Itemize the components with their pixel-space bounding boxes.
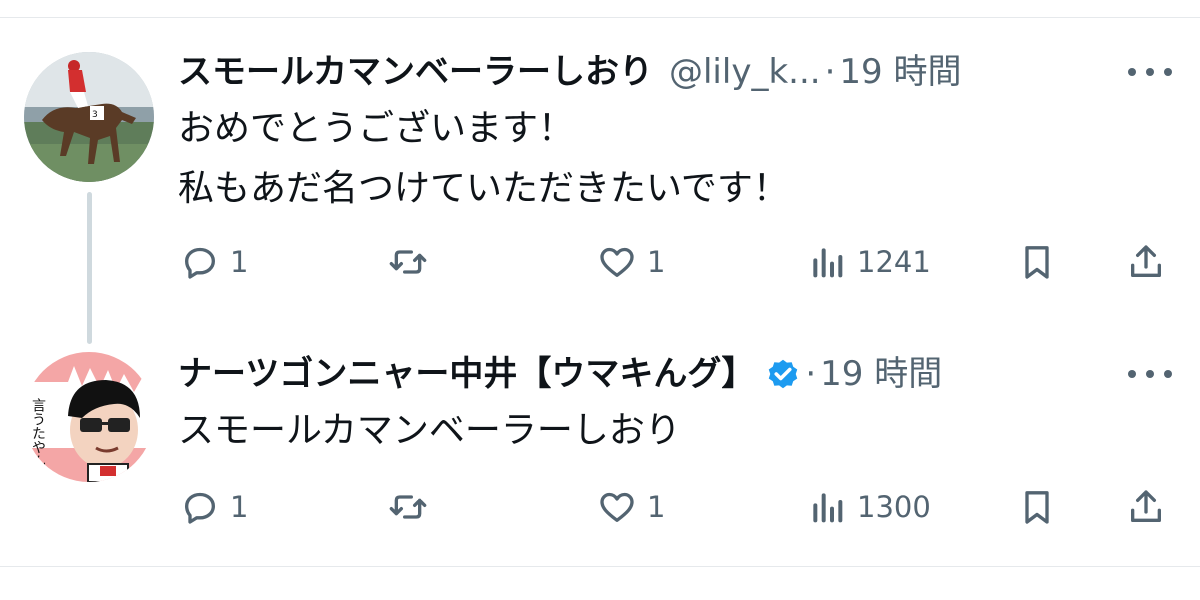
- speech-bubble-icon: [185, 492, 215, 524]
- reply-button[interactable]: 1: [180, 242, 248, 282]
- share-upload-icon: [1131, 245, 1161, 277]
- separator-dot: ·: [805, 354, 817, 394]
- like-button[interactable]: 1: [597, 242, 665, 282]
- more-dots-icon[interactable]: [1128, 62, 1172, 82]
- bookmark-icon: [1025, 491, 1049, 524]
- views-button[interactable]: 1300: [807, 487, 931, 527]
- like-count: 1: [647, 490, 666, 524]
- retweet-button[interactable]: [388, 242, 438, 282]
- bar-chart-icon: [813, 493, 843, 523]
- reply-count: 1: [230, 490, 249, 524]
- more-dots-icon[interactable]: [1128, 364, 1172, 384]
- views-count: 1300: [857, 490, 931, 524]
- tweet-text-line: おめでとうございます！: [178, 108, 575, 149]
- retweet-arrows-icon: [389, 250, 427, 274]
- bookmark-icon: [1025, 246, 1049, 279]
- share-button[interactable]: [1126, 242, 1166, 282]
- separator-dot: ·: [824, 52, 836, 92]
- tweet-actions: 1 1 1241: [0, 242, 1200, 282]
- speech-bubble-icon: [185, 247, 215, 279]
- verified-badge-icon: [769, 359, 798, 389]
- retweet-arrows-icon: [389, 495, 427, 519]
- reply-button[interactable]: 1: [180, 487, 248, 527]
- bookmark-button[interactable]: [1017, 487, 1057, 527]
- share-button[interactable]: [1126, 487, 1166, 527]
- cartoon-man-avatar[interactable]: 言うたやん。: [24, 352, 154, 482]
- views-count: 1241: [857, 245, 931, 279]
- heart-icon: [600, 492, 634, 522]
- timestamp[interactable]: 19 時間: [839, 50, 961, 94]
- share-upload-icon: [1131, 490, 1161, 522]
- like-count: 1: [647, 245, 666, 279]
- tweet-text-line: スモールカマンベーラーしおり: [178, 410, 681, 451]
- heart-icon: [600, 247, 634, 277]
- display-name[interactable]: ナーツゴンニャー中井【ウマキんグ】: [178, 352, 755, 396]
- user-handle[interactable]: @lily_k...: [669, 50, 821, 94]
- top-divider: [0, 17, 1200, 18]
- svg-text:3: 3: [92, 110, 98, 120]
- display-name[interactable]: スモールカマンベーラーしおり: [178, 50, 653, 94]
- views-button[interactable]: 1241: [807, 242, 931, 282]
- bottom-divider: [0, 566, 1200, 567]
- retweet-button[interactable]: [388, 487, 438, 527]
- tweet-thread: 3 スモールカマンベーラーしおり @lily_k... · 19 時間 おめでと…: [0, 0, 1200, 600]
- like-button[interactable]: 1: [597, 487, 665, 527]
- timestamp[interactable]: 19 時間: [820, 352, 942, 396]
- bookmark-button[interactable]: [1017, 242, 1057, 282]
- reply-count: 1: [230, 245, 249, 279]
- avatar-caption: 言うたやん。: [30, 398, 46, 482]
- tweet-text-line: 私もあだ名つけていただきたいです！: [178, 168, 789, 209]
- bar-chart-icon: [813, 248, 843, 278]
- tweet-header: ナーツゴンニャー中井【ウマキんグ】 · 19 時間: [178, 352, 942, 396]
- horse-racing-avatar[interactable]: 3: [24, 52, 154, 182]
- tweet-header: スモールカマンベーラーしおり @lily_k... · 19 時間: [178, 50, 961, 94]
- tweet-actions: 1 1 1300: [0, 487, 1200, 527]
